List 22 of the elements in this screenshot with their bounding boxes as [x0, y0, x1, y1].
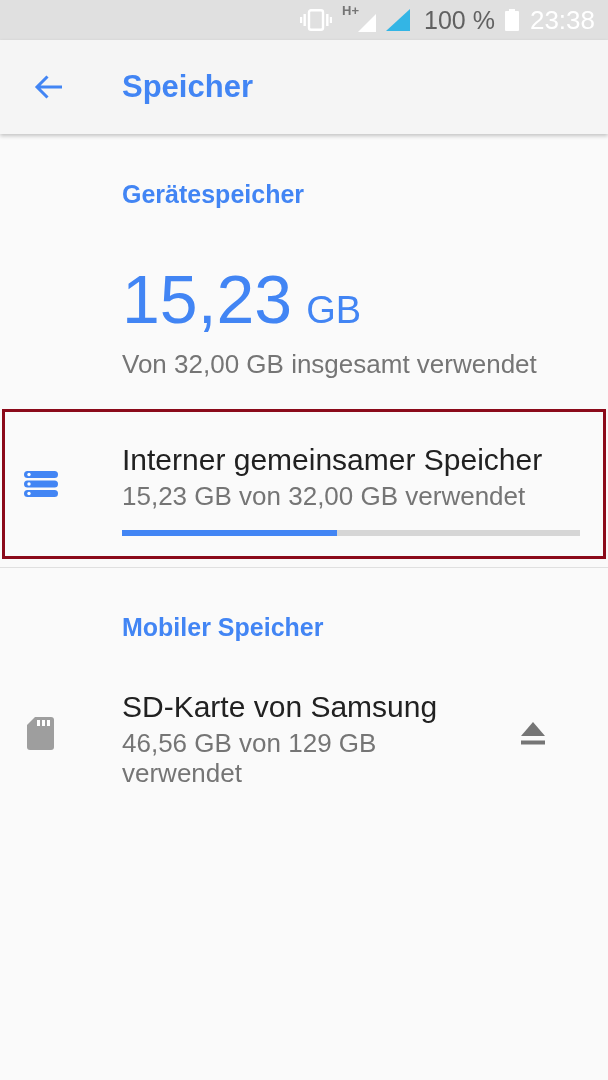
section-header: Mobiler Speicher	[121, 612, 325, 642]
back-arrow-icon	[34, 75, 62, 99]
battery-icon	[504, 9, 519, 31]
storage-list-item[interactable]: SD-Karte von Samsung 46,56 GB von 129 GB verwendet	[2, 656, 606, 811]
page-title: Speicher	[122, 69, 253, 105]
volume-title: Interner gemeinsamer Speicher	[122, 442, 544, 478]
sd-card-icon	[27, 717, 54, 750]
storage-total-unit: GB	[306, 288, 362, 333]
section-header: Gerätespeicher	[121, 179, 306, 209]
storage-total-caption: Von 32,00 GB insgesamt verwendet	[121, 348, 538, 381]
eject-icon	[521, 722, 545, 745]
storage-icon	[24, 471, 58, 497]
storage-total-value: 15,23	[122, 260, 293, 339]
vibrate-icon	[300, 9, 333, 31]
volume-title: SD-Karte von Samsung	[122, 689, 439, 725]
volume-subtitle: 15,23 GB von 32,00 GB verwendet	[122, 481, 527, 511]
signal-icon	[358, 14, 377, 32]
signal-icon	[386, 9, 411, 31]
storage-list-item[interactable]: Interner gemeinsamer Speicher 15,23 GB von 32,00 GB verwendet	[2, 409, 606, 559]
network-type-label: H+	[342, 4, 360, 18]
volume-subtitle: 46,56 GB von 129 GB verwendet	[122, 728, 378, 788]
battery-percentage: 100 %	[424, 5, 495, 35]
